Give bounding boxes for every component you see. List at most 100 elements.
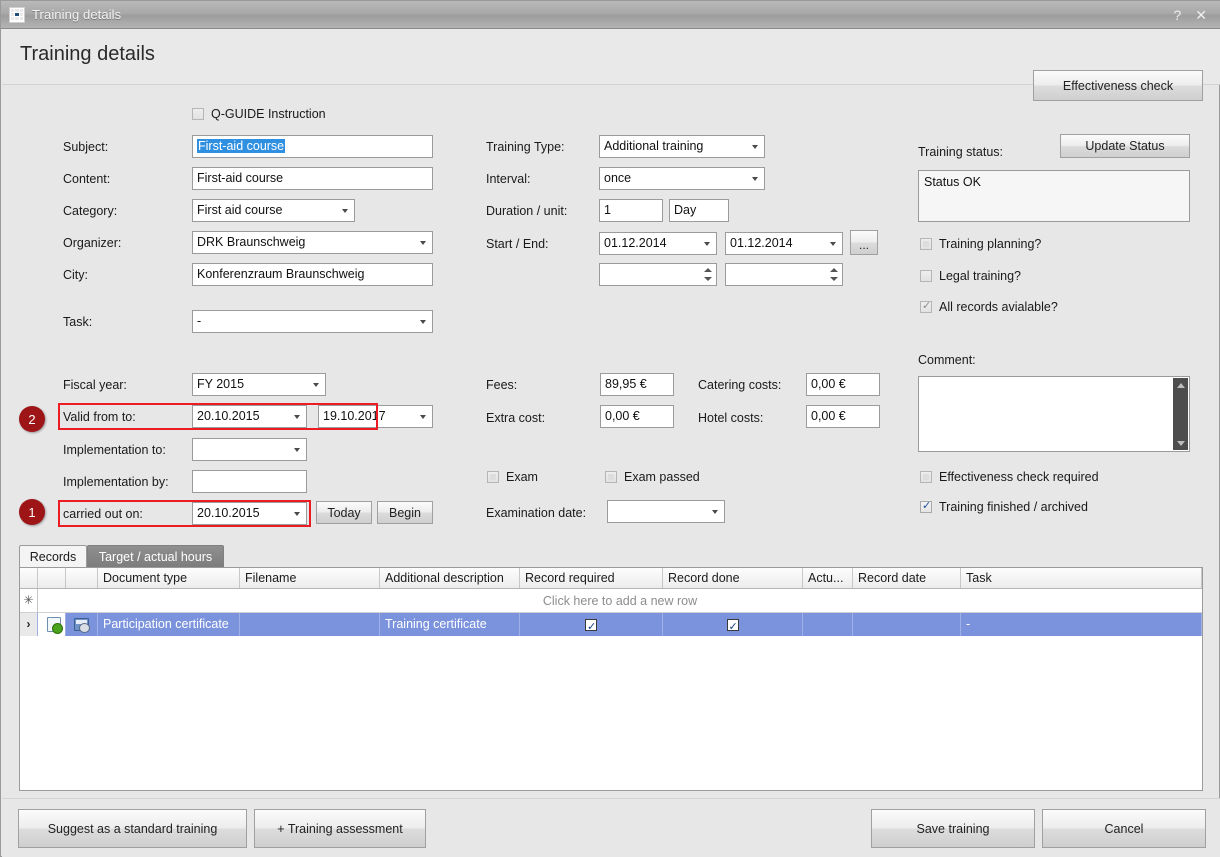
annotation-badge-2: 2: [19, 406, 45, 432]
content-input[interactable]: First-aid course: [192, 167, 433, 190]
qguide-instruction-label: Q-GUIDE Instruction: [211, 107, 326, 121]
implementation-by-input[interactable]: [192, 470, 307, 493]
training-type-select[interactable]: Additional training: [599, 135, 765, 158]
checkbox-box: [920, 301, 932, 313]
title-bar: Training details ? ✕: [1, 1, 1220, 29]
grid-header-record-done[interactable]: Record done: [663, 568, 803, 588]
row-indicator-icon: ›: [20, 613, 38, 636]
valid-from-select[interactable]: 20.10.2015: [192, 405, 307, 428]
start-date-select[interactable]: 01.12.2014: [599, 232, 717, 255]
training-finished-checkbox[interactable]: Training finished / archived: [920, 500, 1088, 514]
checkbox-box: [920, 501, 932, 513]
implementation-by-label: Implementation by:: [63, 475, 169, 489]
fees-input[interactable]: 89,95 €: [600, 373, 674, 396]
implementation-to-select[interactable]: [192, 438, 307, 461]
training-assessment-button[interactable]: + Training assessment: [254, 809, 426, 848]
training-finished-label: Training finished / archived: [939, 500, 1088, 514]
scroll-up-icon[interactable]: [1173, 378, 1188, 392]
tab-target-actual-hours[interactable]: Target / actual hours: [87, 545, 224, 567]
carried-out-on-select[interactable]: 20.10.2015: [192, 502, 307, 525]
grid-header-filename[interactable]: Filename: [240, 568, 380, 588]
scroll-down-icon[interactable]: [1173, 436, 1188, 450]
grid-header-task[interactable]: Task: [961, 568, 1202, 588]
comment-textarea[interactable]: [918, 376, 1190, 452]
browse-dates-button[interactable]: ...: [850, 230, 878, 255]
content-label: Content:: [63, 172, 110, 186]
cancel-button[interactable]: Cancel: [1042, 809, 1206, 848]
all-records-checkbox[interactable]: All records avialable?: [920, 300, 1058, 314]
category-label: Category:: [63, 204, 117, 218]
fiscal-year-label: Fiscal year:: [63, 378, 127, 392]
effectiveness-check-button[interactable]: Effectiveness check: [1033, 70, 1203, 101]
duration-input[interactable]: 1: [599, 199, 663, 222]
comment-scrollbar[interactable]: [1173, 378, 1188, 450]
update-status-button[interactable]: Update Status: [1060, 134, 1190, 158]
interval-select[interactable]: once: [599, 167, 765, 190]
interval-label: Interval:: [486, 172, 530, 186]
start-time-spinner[interactable]: [599, 263, 717, 286]
chevron-down-icon: [748, 136, 761, 157]
spinner-up-icon[interactable]: [703, 266, 712, 273]
subject-value: First-aid course: [197, 139, 285, 153]
exam-label: Exam: [506, 470, 538, 484]
chevron-down-icon: [748, 168, 761, 189]
exam-checkbox[interactable]: Exam: [487, 470, 538, 484]
spinner-up-icon[interactable]: [829, 266, 838, 273]
grid-new-row[interactable]: ✳ Click here to add a new row: [20, 589, 1202, 613]
catering-costs-input[interactable]: 0,00 €: [806, 373, 880, 396]
grid-header-record-required[interactable]: Record required: [520, 568, 663, 588]
end-time-spinner[interactable]: [725, 263, 843, 286]
category-select[interactable]: First aid course: [192, 199, 355, 222]
checkbox-box: [605, 471, 617, 483]
start-end-label: Start / End:: [486, 237, 549, 251]
cell-record-required[interactable]: [520, 613, 663, 636]
effectiveness-required-checkbox[interactable]: Effectiveness check required: [920, 470, 1099, 484]
qguide-instruction-checkbox[interactable]: Q-GUIDE Instruction: [192, 107, 326, 121]
grid-header-cell[interactable]: [38, 568, 66, 588]
checkbox-box: [727, 619, 739, 631]
document-add-icon[interactable]: [38, 613, 66, 636]
table-row[interactable]: › Participation certificate Training cer…: [20, 613, 1202, 636]
document-view-icon[interactable]: [66, 613, 98, 636]
grid-header-record-date[interactable]: Record date: [853, 568, 961, 588]
grid-header-additional-description[interactable]: Additional description: [380, 568, 520, 588]
hotel-costs-input[interactable]: 0,00 €: [806, 405, 880, 428]
duration-unit-input[interactable]: Day: [669, 199, 729, 222]
save-training-button[interactable]: Save training: [871, 809, 1035, 848]
begin-button[interactable]: Begin: [377, 501, 433, 524]
exam-passed-checkbox[interactable]: Exam passed: [605, 470, 700, 484]
help-icon[interactable]: ?: [1173, 8, 1181, 22]
comment-label: Comment:: [918, 353, 976, 367]
grid-header-cell[interactable]: [66, 568, 98, 588]
extra-cost-input[interactable]: 0,00 €: [600, 405, 674, 428]
all-records-label: All records avialable?: [939, 300, 1058, 314]
today-button[interactable]: Today: [316, 501, 372, 524]
checkbox-box: [920, 270, 932, 282]
spinner-down-icon[interactable]: [703, 275, 712, 282]
subject-input[interactable]: First-aid course: [192, 135, 433, 158]
legal-training-checkbox[interactable]: Legal training?: [920, 269, 1021, 283]
chevron-down-icon: [338, 200, 351, 221]
grid-header-document-type[interactable]: Document type: [98, 568, 240, 588]
fiscal-year-select[interactable]: FY 2015: [192, 373, 326, 396]
suggest-standard-training-button[interactable]: Suggest as a standard training: [18, 809, 247, 848]
organizer-label: Organizer:: [63, 236, 121, 250]
grid-header-actual[interactable]: Actu...: [803, 568, 853, 588]
spinner-down-icon[interactable]: [829, 275, 838, 282]
tab-records[interactable]: Records: [19, 545, 87, 567]
catering-costs-label: Catering costs:: [698, 378, 781, 392]
cell-record-done[interactable]: [663, 613, 803, 636]
close-icon[interactable]: ✕: [1195, 8, 1207, 22]
city-input[interactable]: Konferenzraum Braunschweig: [192, 263, 433, 286]
task-select[interactable]: -: [192, 310, 433, 333]
valid-to-select[interactable]: 19.10.2017: [318, 405, 433, 428]
category-value: First aid course: [193, 200, 354, 221]
training-status-text: Status OK: [918, 170, 1190, 222]
training-planning-checkbox[interactable]: Training planning?: [920, 237, 1041, 251]
end-date-value: 01.12.2014: [726, 233, 842, 254]
interval-value: once: [600, 168, 764, 189]
organizer-select[interactable]: DRK Braunschweig: [192, 231, 433, 254]
examination-date-select[interactable]: [607, 500, 725, 523]
end-date-select[interactable]: 01.12.2014: [725, 232, 843, 255]
grid-header-cell[interactable]: [20, 568, 38, 588]
